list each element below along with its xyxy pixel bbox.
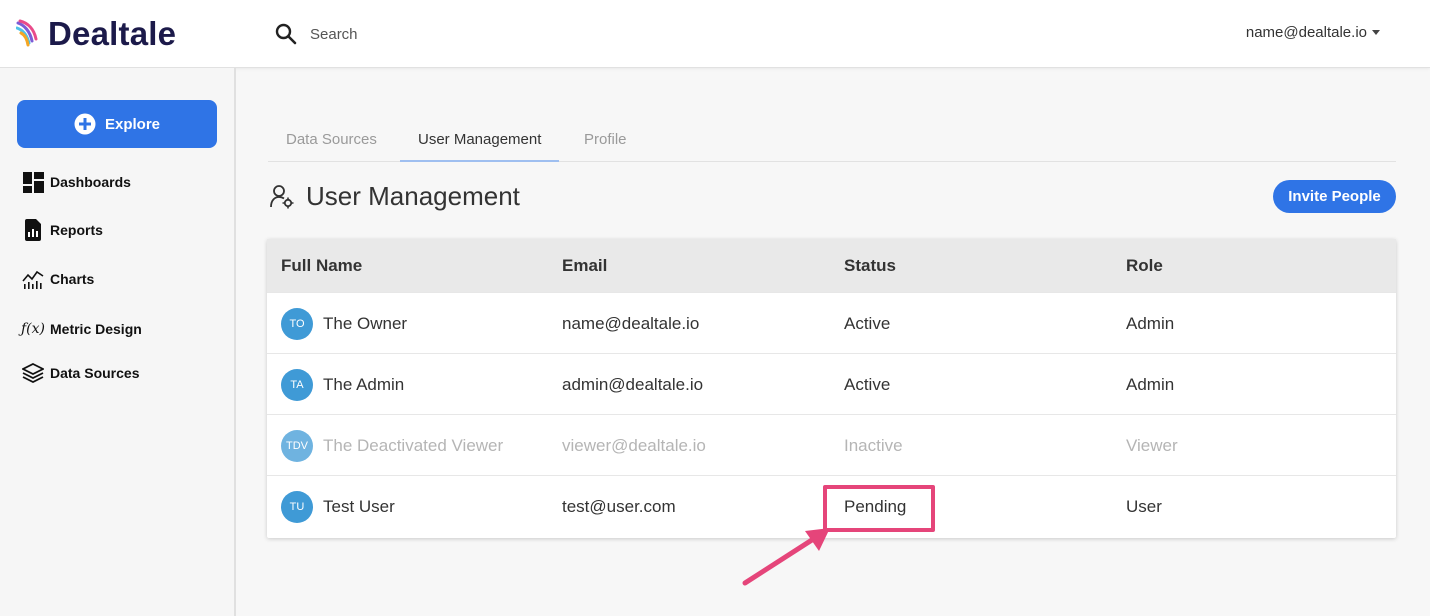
- table-row[interactable]: TA The Admin admin@dealtale.io Active Ad…: [267, 353, 1396, 414]
- user-email: name@dealtale.io: [562, 314, 700, 333]
- avatar: TO: [281, 308, 313, 340]
- avatar: TU: [281, 491, 313, 523]
- user-settings-icon: [270, 184, 294, 208]
- user-name: The Owner: [323, 314, 408, 333]
- user-status: Active: [844, 314, 891, 333]
- table-row[interactable]: TO The Owner name@dealtale.io Active Adm…: [267, 292, 1396, 353]
- page-title: User Management: [270, 181, 520, 212]
- sidebar-item-label: Metric Design: [50, 321, 142, 337]
- table-row[interactable]: TDV The Deactivated Viewer viewer@dealta…: [267, 414, 1396, 475]
- user-role: Viewer: [1126, 436, 1178, 455]
- user-status: Active: [844, 375, 891, 394]
- column-header-full-name[interactable]: Full Name: [281, 239, 362, 292]
- sidebar-item-label: Reports: [50, 222, 103, 238]
- explore-label: Explore: [104, 115, 161, 133]
- report-icon: [22, 219, 44, 241]
- chart-icon: [22, 268, 44, 290]
- sidebar: Explore Dashboards Reports Charts ƒ(x) M…: [0, 68, 236, 616]
- user-role: Admin: [1126, 314, 1175, 333]
- column-header-status[interactable]: Status: [844, 239, 896, 292]
- chevron-down-icon: [1372, 30, 1380, 35]
- column-header-role[interactable]: Role: [1126, 239, 1163, 292]
- user-email: admin@dealtale.io: [562, 375, 704, 394]
- user-name: The Admin: [323, 375, 405, 394]
- function-icon: ƒ(x): [21, 321, 46, 337]
- sidebar-item-label: Data Sources: [50, 365, 140, 381]
- sidebar-item-label: Charts: [50, 271, 95, 287]
- logo-icon: [16, 19, 38, 47]
- table-header: Full Name Email Status Role: [267, 239, 1396, 292]
- sidebar-item-dashboards[interactable]: Dashboards: [22, 171, 131, 193]
- layers-icon: [22, 362, 44, 384]
- user-email: name@dealtale.io: [1245, 24, 1367, 41]
- search-input[interactable]: [310, 25, 510, 43]
- explore-button[interactable]: Explore: [17, 100, 217, 148]
- tab-data-sources[interactable]: Data Sources: [268, 120, 395, 162]
- dashboard-icon: [22, 171, 44, 193]
- search-icon: [275, 23, 297, 45]
- sidebar-item-charts[interactable]: Charts: [22, 268, 94, 290]
- user-email: viewer@dealtale.io: [562, 436, 706, 455]
- sidebar-item-metric-design[interactable]: ƒ(x) Metric Design: [21, 318, 142, 340]
- invite-people-button[interactable]: Invite People: [1273, 180, 1396, 213]
- user-name: The Deactivated Viewer: [323, 436, 504, 455]
- user-email: test@user.com: [562, 497, 676, 516]
- logo[interactable]: Dealtale: [16, 14, 176, 54]
- logo-text: Dealtale: [48, 15, 177, 52]
- tab-bar: Data Sources User Management Profile: [268, 120, 1396, 162]
- user-status: Inactive: [844, 436, 903, 455]
- tab-user-management[interactable]: User Management: [400, 120, 560, 162]
- column-header-email[interactable]: Email: [562, 239, 607, 292]
- tab-profile[interactable]: Profile: [566, 120, 645, 162]
- user-menu[interactable]: name@dealtale.io: [1246, 24, 1380, 41]
- sidebar-item-data-sources[interactable]: Data Sources: [22, 362, 139, 384]
- user-role: User: [1126, 497, 1162, 516]
- sidebar-item-reports[interactable]: Reports: [22, 219, 103, 241]
- avatar: TDV: [281, 430, 313, 462]
- user-name: Test User: [323, 497, 395, 516]
- annotation-arrow-icon: [742, 528, 830, 586]
- avatar: TA: [281, 369, 313, 401]
- page-title-text: User Management: [306, 181, 520, 211]
- search-bar[interactable]: [274, 22, 510, 46]
- sidebar-item-label: Dashboards: [50, 174, 131, 190]
- user-role: Admin: [1126, 375, 1175, 394]
- top-bar: Dealtale name@dealtale.io: [0, 0, 1430, 68]
- plus-circle-icon: [74, 113, 96, 135]
